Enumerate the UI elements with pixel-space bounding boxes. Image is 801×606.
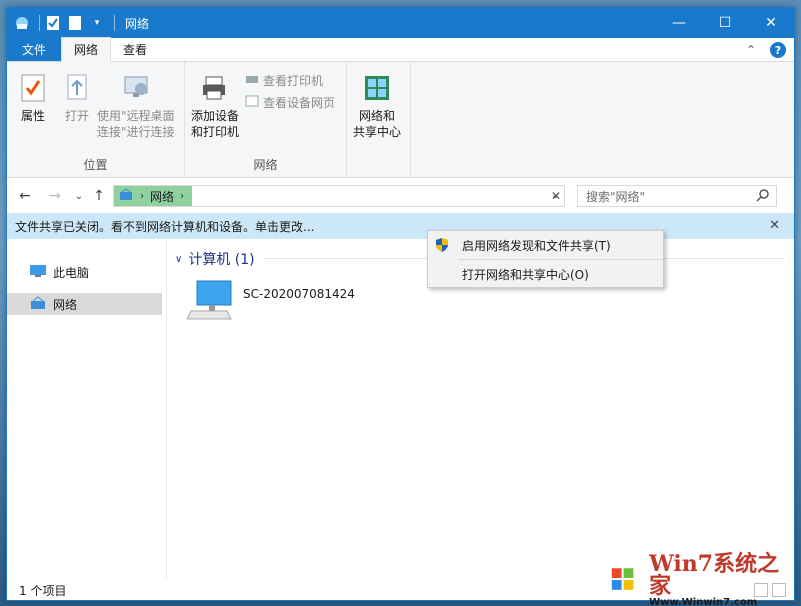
network-sharing-icon	[361, 72, 393, 104]
content-area: ∨ 计算机 (1) SC-202007081424	[167, 239, 794, 579]
toolbar-separator	[39, 15, 40, 31]
group-label-location: 位置	[83, 158, 108, 172]
add-device-button[interactable]: 添加设备 和打印机	[191, 72, 239, 140]
network-crumb-icon	[118, 187, 134, 205]
minimize-button[interactable]: —	[656, 8, 702, 38]
navigation-pane: 此电脑 网络	[7, 239, 167, 579]
properties-button[interactable]: 属性	[17, 72, 49, 124]
address-bar[interactable]: › 网络 › ⌄	[113, 185, 565, 207]
network-sharing-center-button[interactable]: 网络和 共享中心	[353, 72, 401, 140]
windows-flag-icon	[603, 560, 644, 600]
ribbon-tabs: 文件 网络 查看 ⌃ ?	[7, 37, 794, 62]
title-bar[interactable]: ▾ 网络 — ☐ ✕	[7, 8, 794, 38]
open-label: 打开	[64, 109, 89, 123]
add-device-label-line2: 和打印机	[191, 125, 240, 139]
network-icon	[29, 295, 47, 313]
device-webpage-icon	[245, 94, 259, 111]
back-arrow-icon[interactable]: ←	[17, 187, 33, 205]
explorer-window: ▾ 网络 — ☐ ✕ 文件 网络 查看 ⌃ ? 属性 打开 使用"远程桌面 连接…	[6, 7, 795, 601]
remote-desktop-label-line1: 使用"远程桌面	[97, 109, 175, 123]
ribbon-group-network: 添加设备 和打印机 查看打印机 查看设备网页 网络	[185, 62, 347, 177]
network-sharing-label-line2: 共享中心	[353, 125, 402, 139]
new-folder-quick-icon[interactable]	[66, 14, 84, 32]
menu-item-open-sharing-center[interactable]: 打开网络和共享中心(O)	[428, 260, 663, 288]
breadcrumb-chevron-icon[interactable]: ›	[140, 191, 144, 202]
view-printers-button[interactable]: 查看打印机	[245, 72, 323, 89]
ribbon-expand-icon[interactable]: ⌃	[746, 43, 756, 57]
help-icon[interactable]: ?	[770, 42, 786, 58]
add-device-label-line1: 添加设备	[191, 109, 240, 123]
clear-address-icon[interactable]: ✕	[547, 187, 565, 205]
open-button[interactable]: 打开	[61, 72, 93, 124]
remote-desktop-button[interactable]: 使用"远程桌面 连接"进行连接	[97, 72, 175, 140]
nav-item-this-pc[interactable]: 此电脑	[7, 261, 162, 283]
tab-network[interactable]: 网络	[61, 37, 112, 62]
properties-label: 属性	[20, 109, 45, 123]
view-device-page-button[interactable]: 查看设备网页	[245, 94, 335, 111]
nav-item-label: 网络	[53, 297, 78, 312]
breadcrumb-network[interactable]: 网络	[150, 188, 174, 205]
view-device-page-label: 查看设备网页	[263, 96, 336, 110]
computer-name: SC-202007081424	[243, 287, 355, 301]
toolbar-separator	[114, 15, 115, 31]
remote-desktop-icon	[120, 72, 152, 104]
view-printers-icon	[245, 72, 259, 89]
window-controls: — ☐ ✕	[656, 8, 794, 38]
close-button[interactable]: ✕	[748, 8, 794, 38]
properties-quick-icon[interactable]	[44, 14, 62, 32]
search-box[interactable]: 搜索"网络"	[577, 185, 777, 207]
recent-locations-chevron-icon[interactable]: ⌄	[71, 187, 87, 205]
info-bar-close-icon[interactable]: ✕	[769, 218, 780, 233]
item-count: 1 个项目	[19, 584, 67, 598]
group-header-label: 计算机 (1)	[188, 252, 255, 268]
forward-arrow-icon[interactable]: →	[47, 187, 63, 205]
search-icon[interactable]	[756, 188, 770, 205]
network-app-icon[interactable]	[13, 14, 31, 32]
context-menu: 启用网络发现和文件共享(T) 打开网络和共享中心(O)	[427, 230, 664, 288]
group-label-network: 网络	[253, 158, 278, 172]
uac-shield-icon	[434, 237, 450, 256]
list-item[interactable]: SC-202007081424	[186, 277, 355, 328]
watermark-url: Www.Winwin7.com	[649, 596, 758, 606]
menu-item-label: 启用网络发现和文件共享(T)	[462, 238, 611, 253]
printer-icon	[199, 72, 231, 104]
computer-icon	[29, 264, 47, 281]
view-printers-label: 查看打印机	[263, 74, 324, 88]
search-input[interactable]: 搜索"网络"	[586, 188, 645, 205]
quick-access-toolbar: ▾ 网络	[7, 8, 149, 38]
ribbon: 属性 打开 使用"远程桌面 连接"进行连接 位置 添加设备 和打印机 查看打印机…	[7, 62, 794, 178]
ribbon-group-location: 属性 打开 使用"远程桌面 连接"进行连接 位置	[7, 62, 185, 177]
collapse-chevron-icon[interactable]: ∨	[175, 254, 182, 265]
properties-icon	[17, 72, 49, 104]
group-header[interactable]: ∨ 计算机 (1)	[175, 249, 785, 269]
network-sharing-label-line1: 网络和	[359, 109, 396, 123]
watermark-brand: Win7系统之家	[649, 550, 780, 599]
ribbon-tab-tools: ⌃ ?	[746, 42, 786, 58]
info-bar-text[interactable]: 文件共享已关闭。看不到网络计算机和设备。单击更改...	[15, 218, 314, 235]
watermark-logo: Win7系统之家 Www.Winwin7.com	[602, 550, 798, 606]
breadcrumb[interactable]: › 网络 ›	[114, 186, 193, 206]
menu-item-label: 打开网络和共享中心(O)	[462, 267, 589, 282]
nav-item-label: 此电脑	[53, 265, 90, 280]
info-bar[interactable]: 文件共享已关闭。看不到网络计算机和设备。单击更改... ✕	[7, 213, 794, 239]
breadcrumb-chevron-icon[interactable]: ›	[180, 191, 184, 202]
tab-file[interactable]: 文件	[7, 37, 61, 61]
ribbon-group-sharing: 网络和 共享中心	[347, 62, 411, 177]
up-arrow-icon[interactable]: ↑	[91, 187, 107, 205]
address-row: ← → ⌄ ↑ › 网络 › ⌄ ✕ 搜索"网络"	[7, 179, 794, 213]
tab-view[interactable]: 查看	[111, 37, 159, 61]
customize-toolbar-icon[interactable]: ▾	[88, 14, 106, 32]
desktop-computer-icon	[186, 277, 235, 328]
maximize-button[interactable]: ☐	[702, 8, 748, 38]
menu-item-enable-network-discovery[interactable]: 启用网络发现和文件共享(T)	[428, 231, 663, 259]
remote-desktop-label-line2: 连接"进行连接	[97, 125, 175, 139]
nav-item-network[interactable]: 网络	[7, 293, 162, 315]
window-title: 网络	[125, 16, 150, 31]
open-icon	[61, 72, 93, 104]
